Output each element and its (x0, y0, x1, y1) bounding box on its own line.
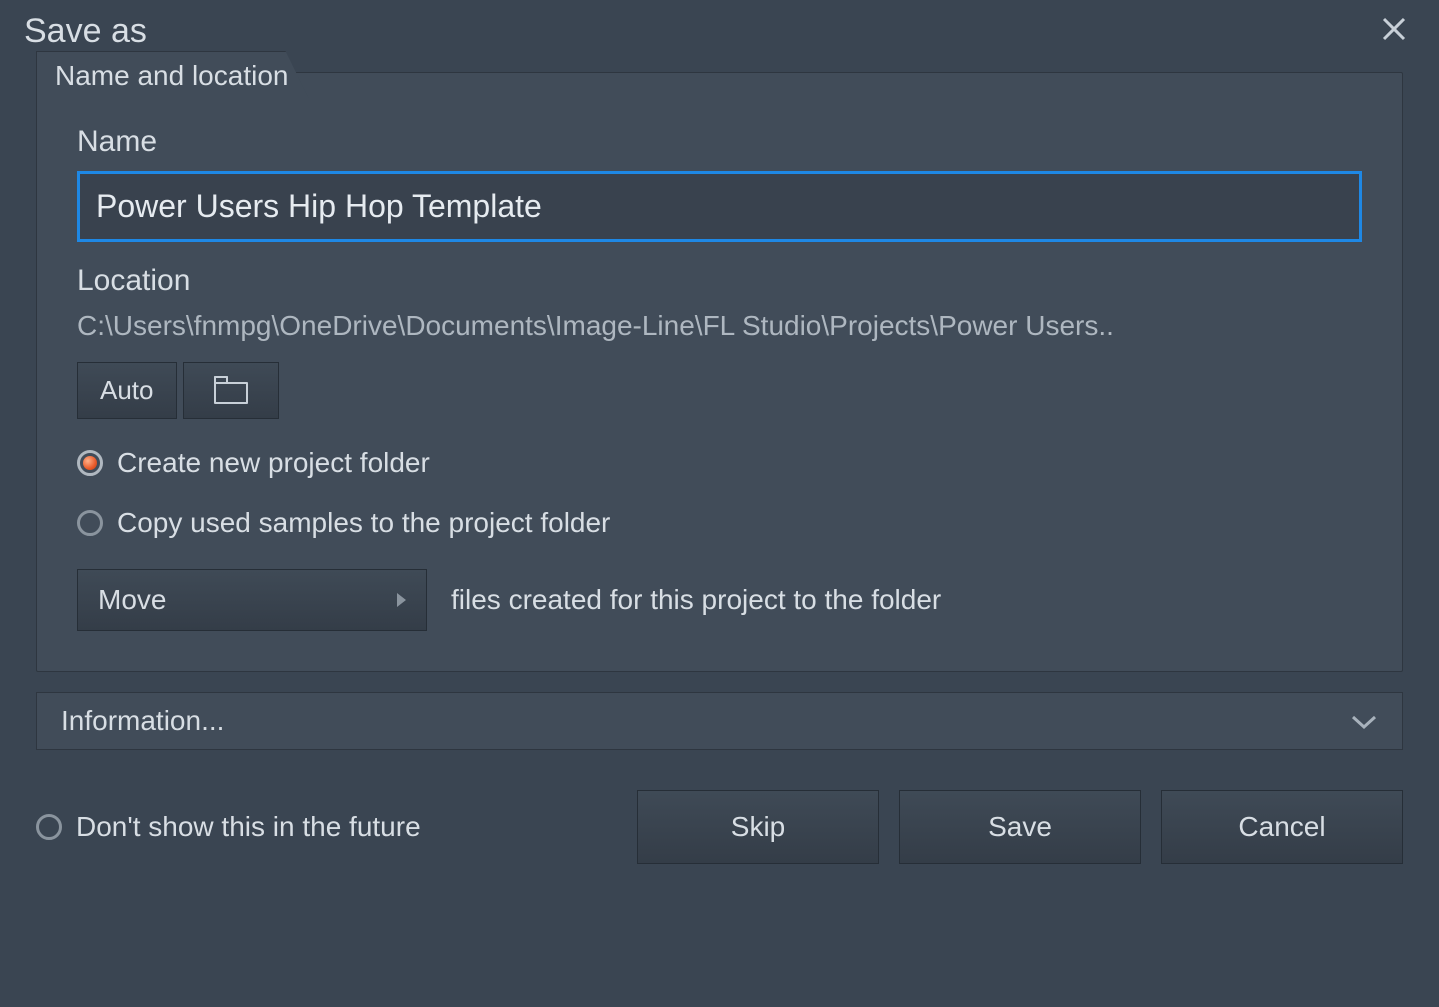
name-label: Name (77, 125, 1362, 159)
panel-tab-label: Name and location (36, 51, 310, 102)
radio-icon (77, 450, 103, 476)
dropdown-suffix-text: files created for this project to the fo… (451, 584, 941, 616)
dont-show-label: Don't show this in the future (76, 811, 421, 843)
save-button[interactable]: Save (899, 790, 1141, 864)
dialog-footer: Don't show this in the future Skip Save … (36, 790, 1403, 864)
file-action-dropdown[interactable]: Move (77, 569, 427, 631)
copy-samples-radio-row[interactable]: Copy used samples to the project folder (77, 507, 1362, 539)
name-location-panel: Name and location Name Location C:\Users… (36, 72, 1403, 672)
create-folder-radio-row[interactable]: Create new project folder (77, 447, 1362, 479)
folder-icon (214, 378, 248, 404)
location-path-text: C:\Users\fnmpg\OneDrive\Documents\Image-… (77, 310, 1362, 342)
dialog-title: Save as (24, 12, 147, 51)
information-expander[interactable]: Information... (36, 692, 1403, 750)
close-button[interactable] (1373, 10, 1415, 52)
radio-icon (36, 814, 62, 840)
dont-show-checkbox-row[interactable]: Don't show this in the future (36, 811, 421, 843)
auto-button[interactable]: Auto (77, 362, 177, 419)
cancel-button[interactable]: Cancel (1161, 790, 1403, 864)
name-input[interactable] (77, 171, 1362, 242)
copy-samples-label: Copy used samples to the project folder (117, 507, 610, 539)
location-label: Location (77, 264, 1362, 298)
create-folder-label: Create new project folder (117, 447, 430, 479)
chevron-right-icon (397, 593, 406, 607)
close-icon (1381, 16, 1407, 42)
browse-folder-button[interactable] (183, 362, 279, 419)
radio-icon (77, 510, 103, 536)
information-label: Information... (61, 705, 224, 737)
save-as-dialog: Save as Name and location Name Location … (0, 0, 1439, 1007)
skip-button[interactable]: Skip (637, 790, 879, 864)
dropdown-value: Move (98, 584, 166, 616)
chevron-down-icon (1350, 705, 1378, 737)
